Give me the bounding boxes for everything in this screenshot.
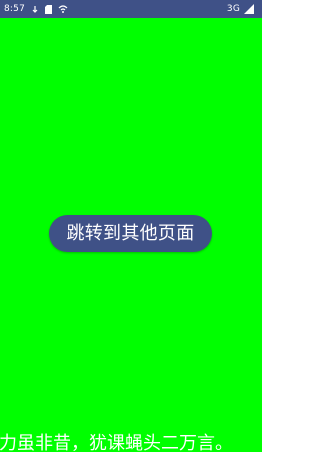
quote-part-2: 犹课蝇头二万言。 [89, 433, 233, 454]
signal-icon [244, 4, 254, 14]
status-bar: 8:57 3G [0, 0, 262, 18]
wifi-icon [58, 5, 68, 13]
sd-card-icon [45, 4, 53, 14]
status-time: 8:57 [4, 4, 26, 14]
bottom-white-strip [0, 452, 262, 464]
gesture-icon [31, 5, 39, 14]
navigate-to-other-page-button[interactable]: 跳转到其他页面 [49, 215, 212, 252]
phone-screen: 8:57 3G 跳转到其他页面 力虽非昔，犹课蝇头二万言。 [0, 0, 262, 464]
quote-part-1: 力虽非昔， [0, 433, 89, 454]
status-bar-right: 3G [227, 3, 254, 15]
network-type: 3G [226, 4, 240, 14]
status-bar-left: 8:57 [4, 3, 68, 15]
